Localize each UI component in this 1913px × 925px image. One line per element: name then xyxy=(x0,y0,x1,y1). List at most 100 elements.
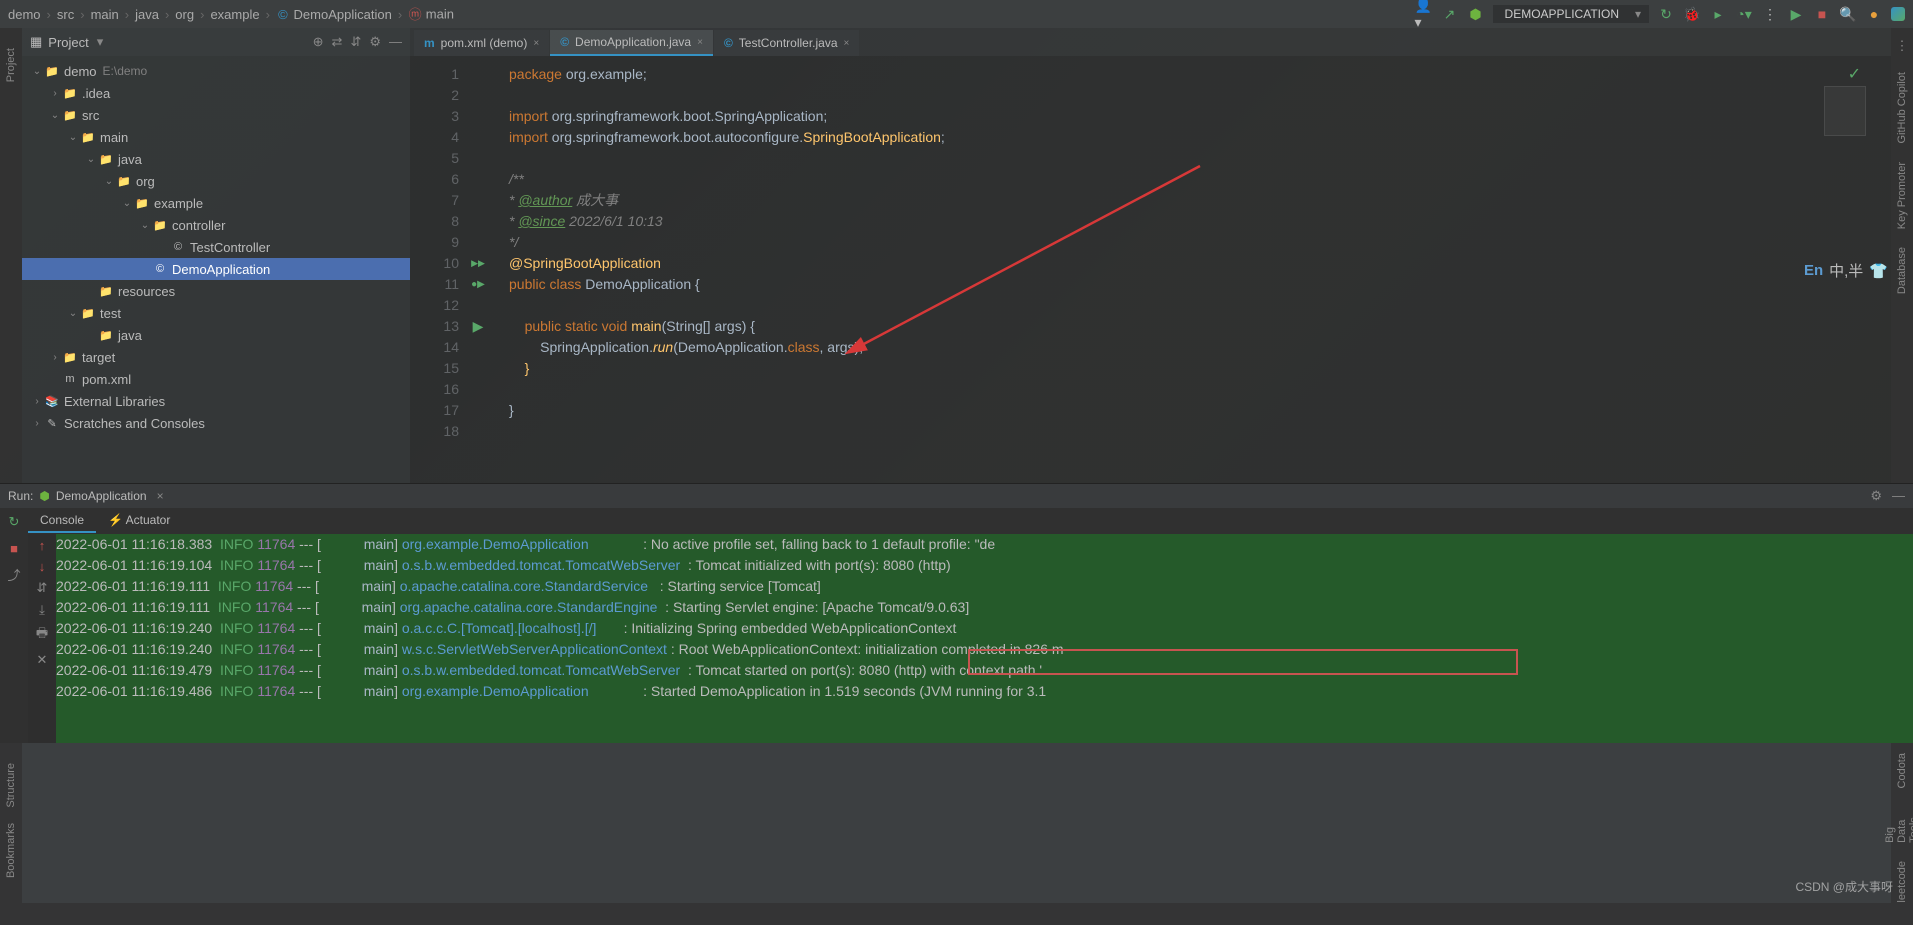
close-icon[interactable]: × xyxy=(533,38,539,49)
tool-button[interactable]: Key Promoter xyxy=(1896,162,1908,229)
tree-row[interactable]: ›📁target xyxy=(22,346,410,368)
clear-icon[interactable]: ✕ xyxy=(37,652,48,668)
folder-icon: © xyxy=(170,239,186,255)
scroll-icon[interactable]: ⤓ xyxy=(39,602,45,618)
tree-row[interactable]: ›📚External Libraries xyxy=(22,390,410,412)
collapse-icon[interactable]: ⇵ xyxy=(350,34,361,50)
tree-row[interactable]: ©DemoApplication xyxy=(22,258,410,280)
log-line: 2022-06-01 11:16:19.111 INFO 11764 --- [… xyxy=(56,576,1905,597)
wrap-icon[interactable]: ⇵ xyxy=(37,580,48,596)
profile-icon[interactable]: ◔▾ xyxy=(1735,5,1753,23)
left-tool-strip: Project xyxy=(0,28,22,483)
project-title[interactable]: ▦ Project xyxy=(30,34,103,50)
tool-button[interactable]: leetcode xyxy=(1896,861,1908,903)
search-icon[interactable]: 🔍 xyxy=(1839,5,1857,23)
minimap[interactable] xyxy=(1824,86,1866,136)
settings-icon[interactable]: ⚙ xyxy=(369,34,381,50)
editor-tab[interactable]: ©DemoApplication.java× xyxy=(550,30,713,56)
editor[interactable]: 123456789101112131415161718 ▶▶ ●▶ ▶ pack… xyxy=(410,56,1891,483)
project-tree[interactable]: ⌄📁demoE:\demo›📁.idea⌄📁src⌄📁main⌄📁java⌄📁o… xyxy=(22,56,410,483)
hide-icon[interactable]: — xyxy=(1892,488,1905,504)
expand-icon[interactable]: ⇄ xyxy=(332,34,343,50)
tree-row[interactable]: ⌄📁main xyxy=(22,126,410,148)
structure-tool[interactable]: Structure xyxy=(5,763,17,808)
tool-button[interactable]: Database xyxy=(1896,247,1908,294)
up-icon[interactable]: ↑ xyxy=(39,538,46,553)
codota-icon[interactable] xyxy=(1891,7,1905,21)
log-line: 2022-06-01 11:16:19.486 INFO 11764 --- [… xyxy=(56,681,1905,702)
hide-icon[interactable]: — xyxy=(389,34,402,50)
target-icon[interactable]: ⊕ xyxy=(313,34,324,50)
log-line: 2022-06-01 11:16:19.240 INFO 11764 --- [… xyxy=(56,618,1905,639)
left-bottom-strip: Structure Bookmarks xyxy=(0,743,22,903)
stop-icon[interactable]: ■ xyxy=(4,538,24,558)
run-gutter-icon[interactable]: ▶▶ xyxy=(465,253,491,274)
stop-icon[interactable]: ■ xyxy=(1813,5,1831,23)
run-panel: Run: ⬢ DemoApplication × ⚙ — ↻ ■ ⤴ Conso… xyxy=(0,483,1913,743)
close-icon[interactable]: × xyxy=(697,37,703,48)
tree-row[interactable]: ⌄📁test xyxy=(22,302,410,324)
breadcrumb-item[interactable]: org xyxy=(175,7,194,22)
actuator-tab[interactable]: ⚡ Actuator xyxy=(96,509,182,533)
print-icon[interactable]: 🖶 xyxy=(36,624,48,646)
run-gutter-icon[interactable]: ●▶ xyxy=(465,274,491,295)
tool-button[interactable]: Codota xyxy=(1896,753,1908,788)
run-icon[interactable]: ↻ xyxy=(1657,5,1675,23)
editor-tab[interactable]: mpom.xml (demo)× xyxy=(414,30,549,56)
close-icon[interactable]: × xyxy=(844,38,850,49)
tree-row[interactable]: ⌄📁src xyxy=(22,104,410,126)
tree-row[interactable]: ⌄📁java xyxy=(22,148,410,170)
breadcrumb-item[interactable]: src xyxy=(57,7,74,22)
hammer-icon[interactable]: ↗ xyxy=(1441,5,1459,23)
play-icon[interactable]: ▶ xyxy=(1787,5,1805,23)
tree-row[interactable]: ⌄📁controller xyxy=(22,214,410,236)
line-numbers: 123456789101112131415161718 xyxy=(410,56,465,483)
bookmarks-tool[interactable]: Bookmarks xyxy=(5,823,17,878)
tool-button[interactable]: GitHub Copilot xyxy=(1896,72,1908,144)
console-side-toolbar: ↑ ↓ ⇵ ⤓ 🖶 ✕ xyxy=(28,534,56,743)
spring-icon[interactable]: ⬢ xyxy=(1467,5,1485,23)
debug-icon[interactable]: 🐞 xyxy=(1683,5,1701,23)
folder-icon: © xyxy=(152,261,168,277)
run-config-selector[interactable]: DEMOAPPLICATION xyxy=(1493,5,1649,23)
tool-button[interactable]: Big Data Tools xyxy=(1884,806,1913,843)
breadcrumb-item[interactable]: main xyxy=(91,7,119,22)
breadcrumb-item[interactable]: demo xyxy=(8,7,41,22)
run-gutter-icon[interactable]: ▶ xyxy=(465,316,491,337)
settings-icon[interactable]: ⚙ xyxy=(1870,488,1882,504)
tree-row[interactable]: ©TestController xyxy=(22,236,410,258)
check-icon: ✓ xyxy=(1848,64,1861,84)
tree-row[interactable]: mpom.xml xyxy=(22,368,410,390)
console-tab[interactable]: Console xyxy=(28,509,96,533)
folder-icon: 📁 xyxy=(62,107,78,123)
more-icon[interactable]: ⋮ xyxy=(1896,38,1909,54)
tree-row[interactable]: 📁resources xyxy=(22,280,410,302)
rerun-icon[interactable]: ↻ xyxy=(4,512,24,532)
tree-row[interactable]: ⌄📁org xyxy=(22,170,410,192)
coverage-icon[interactable]: ▸ xyxy=(1709,5,1727,23)
breadcrumb-item[interactable]: java xyxy=(135,7,159,22)
tree-row[interactable]: ⌄📁example xyxy=(22,192,410,214)
status-bar xyxy=(0,903,1913,925)
top-bar: demo› src› main› java› org› example›© De… xyxy=(0,0,1913,28)
code-content[interactable]: package org.example; import org.springfr… xyxy=(491,56,945,483)
console-output[interactable]: 2022-06-01 11:16:18.383 INFO 11764 --- [… xyxy=(56,534,1913,743)
ai-icon[interactable]: ● xyxy=(1865,5,1883,23)
right-bottom-strip: CodotaBig Data Toolsleetcode xyxy=(1891,743,1913,903)
exit-icon[interactable]: ⤴ xyxy=(4,564,24,584)
tree-row[interactable]: ›✎Scratches and Consoles xyxy=(22,412,410,434)
folder-icon: 📁 xyxy=(98,151,114,167)
user-icon[interactable]: 👤▾ xyxy=(1415,5,1433,23)
breadcrumb-item[interactable]: ⓜ main xyxy=(408,6,454,22)
tree-row[interactable]: ›📁.idea xyxy=(22,82,410,104)
close-icon[interactable]: × xyxy=(157,489,164,503)
breadcrumb-item[interactable]: © DemoApplication xyxy=(276,7,392,22)
down-icon[interactable]: ↓ xyxy=(39,559,46,574)
folder-icon: 📁 xyxy=(116,173,132,189)
tree-row[interactable]: 📁java xyxy=(22,324,410,346)
project-tool-button[interactable]: Project xyxy=(5,48,17,82)
editor-tab[interactable]: ©TestController.java× xyxy=(714,30,859,56)
tree-row[interactable]: ⌄📁demoE:\demo xyxy=(22,60,410,82)
run-header: Run: ⬢ DemoApplication × ⚙ — xyxy=(0,484,1913,508)
breadcrumb-item[interactable]: example xyxy=(210,7,259,22)
